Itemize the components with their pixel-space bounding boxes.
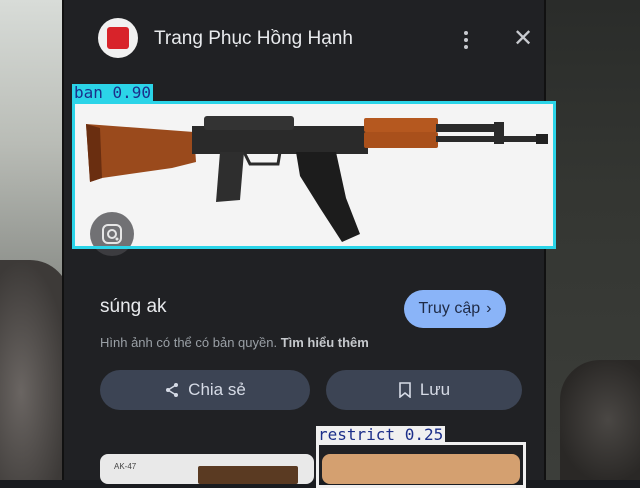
copyright-notice: Hình ảnh có thể có bản quyền. Tìm hiểu t…	[100, 335, 369, 350]
bookmark-icon	[399, 382, 411, 398]
hand-left	[0, 260, 70, 480]
result-title: súng ak	[100, 296, 167, 317]
learn-more-link[interactable]: Tìm hiểu thêm	[281, 335, 369, 350]
annotation-box-ban	[72, 101, 556, 249]
share-label: Chia sẻ	[188, 380, 246, 399]
phone-screen: Trang Phục Hồng Hạnh ✕ súng ak Truy cập …	[62, 0, 556, 488]
save-label: Lưu	[419, 380, 451, 399]
visit-button-label: Truy cập	[418, 300, 481, 317]
more-options-icon[interactable]	[456, 26, 476, 54]
hand-right	[560, 360, 640, 480]
annotation-box-restrict	[316, 442, 526, 488]
close-icon[interactable]: ✕	[510, 26, 536, 52]
share-button[interactable]: Chia sẻ	[100, 370, 310, 410]
copyright-text: Hình ảnh có thể có bản quyền.	[100, 335, 278, 350]
site-name: Trang Phục Hồng Hạnh	[154, 28, 353, 49]
annotation-label-ban: ban 0.90	[72, 83, 154, 102]
visit-button[interactable]: Truy cập ›	[404, 290, 506, 328]
thumbnail-caption: AK-47	[114, 462, 137, 471]
annotation-label-restrict: restrict 0.25	[316, 425, 446, 444]
share-icon	[166, 383, 179, 397]
save-button[interactable]: Lưu	[326, 370, 522, 410]
lens-result-header: Trang Phục Hồng Hạnh ✕	[94, 18, 533, 62]
chevron-right-icon: ›	[486, 300, 492, 317]
site-favicon	[98, 18, 138, 58]
